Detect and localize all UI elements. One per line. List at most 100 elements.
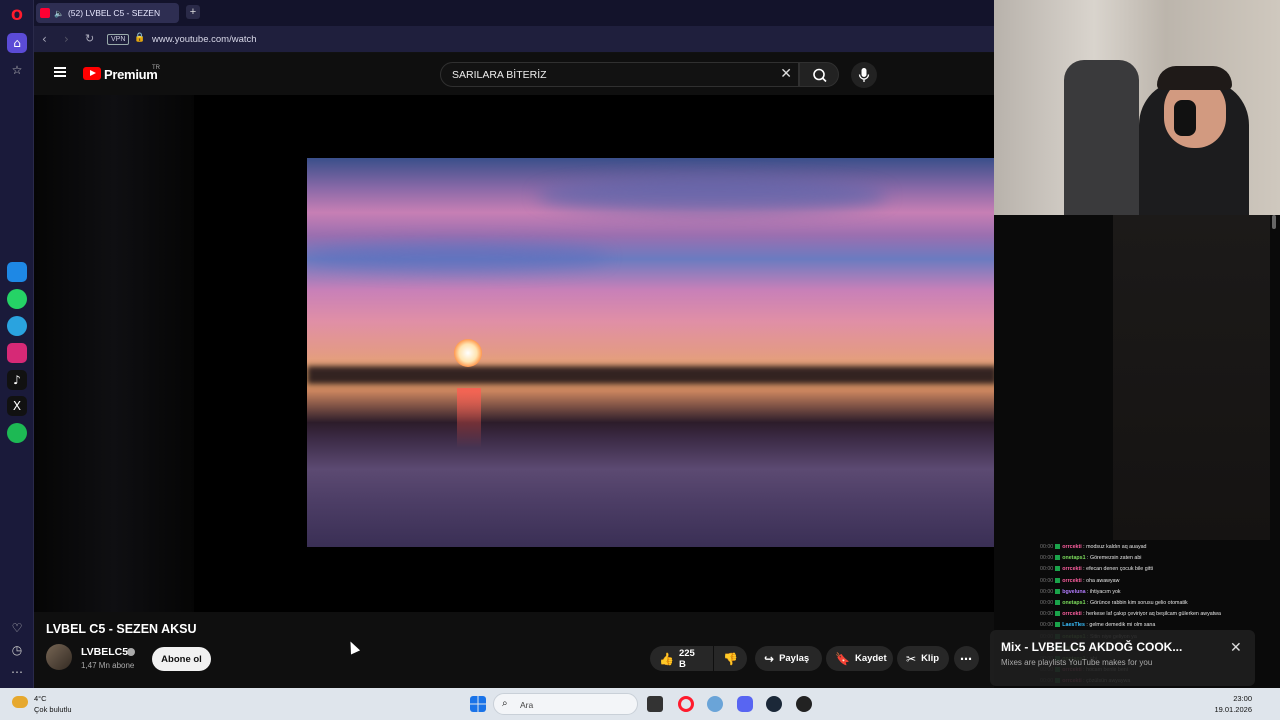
save-button[interactable]: 🔖 Kaydet <box>826 646 893 671</box>
youtube-logo-icon[interactable] <box>83 67 101 80</box>
voice-search-button[interactable] <box>851 62 877 88</box>
tab-title: (52) LVBEL C5 - SEZEN <box>67 8 161 18</box>
discord-icon[interactable] <box>737 696 753 712</box>
close-icon[interactable]: ✕ <box>1230 640 1242 656</box>
chat-text: : herkese laf çakıp çeviriyor aq beşilca… <box>1081 611 1221 618</box>
lock-icon[interactable]: 🔒 <box>134 33 145 43</box>
address-bar: ‹ › ↻ VPN 🔒 www.youtube.com/watch <box>34 26 994 53</box>
headset <box>1174 100 1196 136</box>
chat-badge-icon <box>1055 577 1061 583</box>
thumbs-down-icon: 👎 <box>723 651 738 666</box>
channel-avatar[interactable] <box>46 644 72 670</box>
chat-username[interactable]: orrcekti <box>1062 566 1081 572</box>
mix-subtitle: Mixes are playlists YouTube makes for yo… <box>1001 658 1153 667</box>
x-twitter-icon[interactable]: X <box>7 396 27 416</box>
channel-name[interactable]: LVBELC5 <box>81 646 128 658</box>
obs-icon[interactable] <box>796 696 812 712</box>
tab-bar: 🔈 (52) LVBEL C5 - SEZEN + <box>34 0 994 26</box>
history-icon[interactable]: ◷ <box>7 640 27 660</box>
hamburger-menu-icon[interactable] <box>54 67 66 77</box>
windows-start-icon[interactable] <box>470 696 486 712</box>
tiktok-icon[interactable]: ♪ <box>7 370 27 390</box>
chat-time: 00:00 <box>1040 599 1054 606</box>
gaming-chair <box>1064 60 1139 215</box>
chat-message: 00:00 orrcekti : herkese laf çakıp çeviri… <box>1040 609 1280 620</box>
chat-message: 00:00 onetaps1 : Görünce rabbin kim sorus… <box>1040 598 1280 609</box>
chat-badge-icon <box>1055 544 1061 550</box>
file-explorer-icon[interactable] <box>647 696 663 712</box>
search-button[interactable] <box>799 62 839 87</box>
cloud-shape <box>537 178 887 214</box>
telegram-icon[interactable] <box>7 316 27 336</box>
taskbar-search[interactable]: ⌕ Ara <box>493 693 638 715</box>
taskbar-clock[interactable]: 23:00 <box>1212 694 1252 703</box>
weather-temperature[interactable]: 4°C <box>34 694 47 703</box>
opera-sidebar: O ⌂ ☆ ♪ X ♡ ◷ ⋯ <box>0 0 34 688</box>
chat-text: : Görünce rabbin kim sorusu gelio otomat… <box>1085 599 1188 606</box>
tab-youtube[interactable]: 🔈 (52) LVBEL C5 - SEZEN <box>36 3 179 23</box>
opera-logo-icon[interactable]: O <box>7 6 27 26</box>
more-actions-button[interactable]: ⋯ <box>954 646 979 671</box>
chat-username[interactable]: orrcekti <box>1062 544 1081 550</box>
taskbar-date[interactable]: 19.01.2026 <box>1212 705 1252 714</box>
cloud-shape <box>307 243 607 271</box>
subscribe-button[interactable]: Abone ol <box>152 647 211 671</box>
chat-username[interactable]: bgveluna <box>1062 589 1085 595</box>
chat-username[interactable]: onetaps1 <box>1062 600 1085 606</box>
steam-icon[interactable] <box>766 696 782 712</box>
dislike-button[interactable]: 👎 <box>714 646 747 671</box>
chat-username[interactable]: LaesTles <box>1062 622 1085 628</box>
region-code: TR <box>152 65 160 71</box>
home-icon[interactable]: ⌂ <box>7 33 27 53</box>
screen: O ⌂ ☆ ♪ X ♡ ◷ ⋯ 🔈 (52) LVBEL C5 - SEZEN … <box>0 0 1280 720</box>
star-icon[interactable]: ☆ <box>7 60 27 80</box>
thumbs-up-icon: 👍 <box>659 651 674 666</box>
search-input[interactable]: SARILARA BİTERİZ ✕ <box>440 62 799 87</box>
messenger-icon[interactable] <box>7 262 27 282</box>
chat-time: 00:00 <box>1040 577 1054 584</box>
video-frame[interactable] <box>307 158 997 547</box>
forward-icon[interactable]: › <box>64 32 69 46</box>
instagram-icon[interactable] <box>7 343 27 363</box>
windows-taskbar: 4°C Çok bulutlu ⌕ Ara 23:00 19.01.2026 <box>0 688 1280 720</box>
speaker-icon[interactable]: 🔈 <box>54 9 64 18</box>
more-icon[interactable]: ⋯ <box>7 662 27 682</box>
clear-search-icon[interactable]: ✕ <box>780 66 792 82</box>
chat-message: 00:00 orrcekti : efecan denen çocuk bile … <box>1040 564 1280 575</box>
chat-badge-icon <box>1055 611 1061 617</box>
mix-playlist-card[interactable]: Mix - LVBELC5 AKDOĞ COOK... Mixes are pl… <box>990 630 1255 686</box>
scrollbar[interactable] <box>1272 215 1276 229</box>
spotify-icon[interactable] <box>7 423 27 443</box>
share-label: Paylaş <box>779 653 810 664</box>
youtube-premium-label[interactable]: Premium <box>104 67 158 82</box>
stream-background <box>1113 215 1270 540</box>
like-count: 225 B <box>678 647 695 670</box>
vpn-badge[interactable]: VPN <box>107 34 130 45</box>
chat-badge-icon <box>1055 588 1061 594</box>
chat-username[interactable]: orrcekti <box>1062 578 1081 584</box>
chat-text: : gelme demedik mi olm sana <box>1084 622 1156 629</box>
scissors-icon: ✂ <box>906 651 917 666</box>
chat-username[interactable]: orrcekti <box>1062 611 1081 617</box>
back-icon[interactable]: ‹ <box>42 32 47 46</box>
weather-icon[interactable] <box>12 696 28 708</box>
whatsapp-icon[interactable] <box>7 289 27 309</box>
clip-button[interactable]: ✂ Klip <box>897 646 949 671</box>
reload-icon[interactable]: ↻ <box>85 32 94 45</box>
chat-message: 00:00 bgveluna : ihtiyacım yok <box>1040 587 1280 598</box>
video-title: LVBEL C5 - SEZEN AKSU <box>46 622 197 636</box>
chat-username[interactable]: onetaps1 <box>1062 555 1085 561</box>
horizon-line <box>307 366 997 384</box>
url-field[interactable]: www.youtube.com/watch <box>152 34 257 45</box>
search-icon: ⌕ <box>502 698 508 709</box>
chat-message: 00:00 orrcekti : modsuz kaldın aq auayad <box>1040 542 1280 553</box>
share-button[interactable]: ↪ Paylaş <box>755 646 822 671</box>
new-tab-button[interactable]: + <box>186 5 200 19</box>
chat-text: : Göremezsin zaten abi <box>1085 555 1142 562</box>
like-button[interactable]: 👍 225 B <box>650 646 713 671</box>
opera-taskbar-icon[interactable] <box>678 696 694 712</box>
share-icon: ↪ <box>764 651 775 666</box>
settings-gear-icon[interactable] <box>707 696 723 712</box>
weather-description[interactable]: Çok bulutlu <box>34 705 72 714</box>
heart-icon[interactable]: ♡ <box>7 618 27 638</box>
